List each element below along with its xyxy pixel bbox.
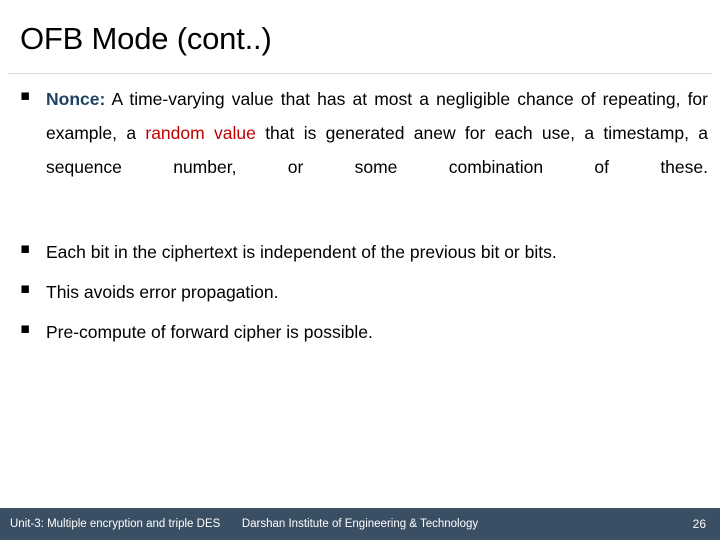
- slide-footer-bar: Unit-3: Multiple encryption and triple D…: [0, 508, 720, 540]
- nonce-term-label: Nonce:: [46, 89, 106, 109]
- slide-page-number: 26: [692, 517, 706, 531]
- slide-canvas: OFB Mode (cont..) ▪ Nonce: A time-varyin…: [0, 0, 720, 540]
- list-item: ▪ Nonce: A time-varying value that has a…: [14, 82, 708, 218]
- list-item: ▪ Each bit in the ciphertext is independ…: [14, 235, 708, 269]
- slide-title: OFB Mode (cont..): [20, 21, 272, 56]
- list-item-text: Pre-compute of forward cipher is possibl…: [46, 322, 373, 342]
- footer-institute-label: Darshan Institute of Engineering & Techn…: [241, 518, 479, 530]
- bullet-square-icon: ▪: [20, 239, 31, 257]
- bullet-square-icon: ▪: [20, 279, 31, 297]
- list-item: ▪ This avoids error propagation.: [14, 275, 708, 309]
- bullet-square-icon: ▪: [20, 86, 31, 104]
- title-divider: [8, 73, 712, 74]
- random-value-highlight: random value: [145, 123, 256, 143]
- list-item-text: This avoids error propagation.: [46, 282, 279, 302]
- list-item-text: Nonce: A time-varying value that has at …: [46, 82, 708, 218]
- list-item-text: Each bit in the ciphertext is independen…: [46, 242, 557, 262]
- bullet-square-icon: ▪: [20, 319, 31, 337]
- slide-body: ▪ Nonce: A time-varying value that has a…: [14, 82, 708, 349]
- list-item: ▪ Pre-compute of forward cipher is possi…: [14, 315, 708, 349]
